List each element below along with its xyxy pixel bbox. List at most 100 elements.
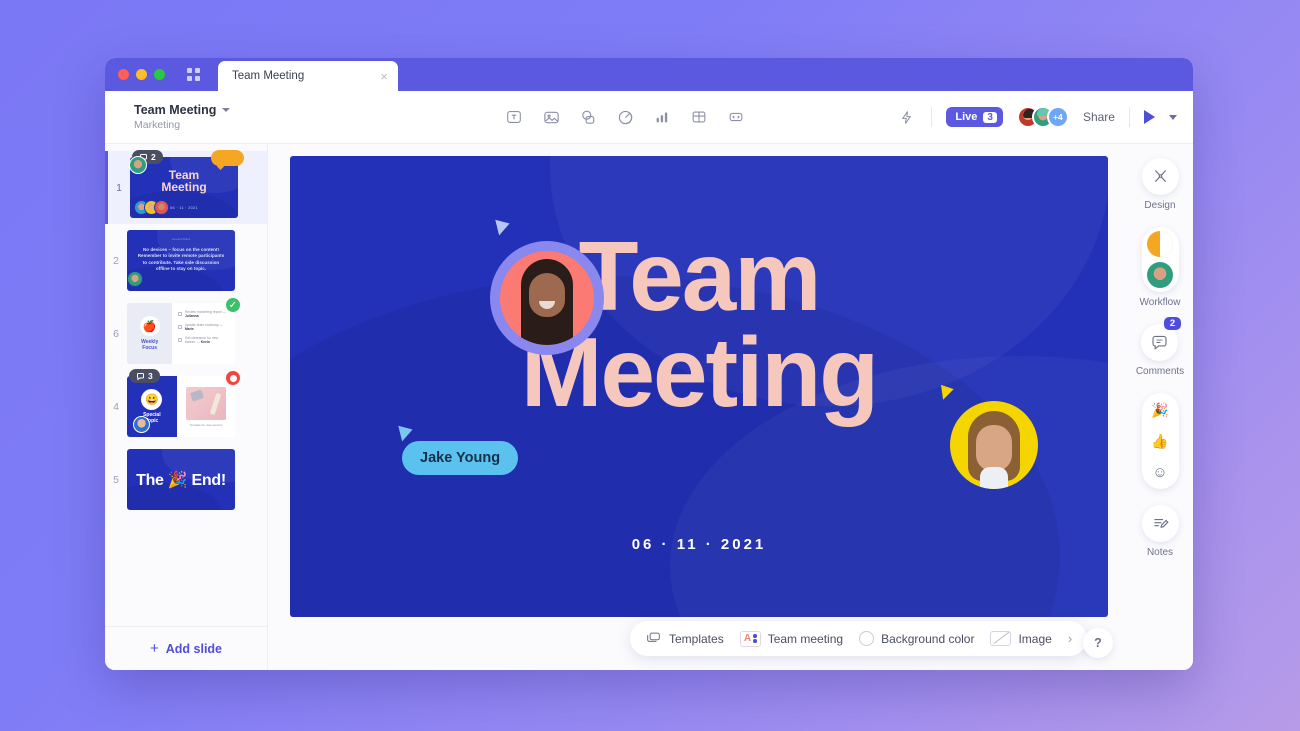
page-title: Team Meeting bbox=[134, 103, 354, 117]
slide-thumbnail[interactable]: 3 😀 Special Topic Template kit, view sou… bbox=[127, 369, 242, 437]
browser-tab[interactable]: Team Meeting × bbox=[218, 61, 398, 91]
thumb-caption: Template kit, view sources bbox=[189, 422, 223, 427]
avatar-photo bbox=[500, 251, 594, 345]
thumb-avatars bbox=[134, 200, 169, 215]
share-button[interactable]: Share bbox=[1083, 110, 1115, 124]
slide-thumbnail[interactable]: ✓ 🍎 Weekly Focus Review marketing report… bbox=[127, 296, 242, 364]
background-color-label: Background color bbox=[881, 631, 975, 646]
list-item[interactable]: 5 The 🎉 End! bbox=[105, 443, 267, 516]
avatar-smile bbox=[539, 301, 555, 309]
avatar bbox=[154, 200, 169, 215]
list-item[interactable]: 2 Ground Rules No devices – focus on the… bbox=[105, 224, 267, 297]
avatar-overflow-count[interactable]: +4 bbox=[1046, 106, 1069, 128]
collaborator-avatars[interactable]: +4 bbox=[1016, 106, 1069, 128]
slide-options-bar: Templates A Team meeting Background colo… bbox=[630, 621, 1088, 656]
chevron-down-icon[interactable] bbox=[222, 108, 231, 112]
slide-list: 1 2 Team Meeting 06 · 11 · 2021 2 Ground… bbox=[105, 144, 267, 626]
maximize-window-button[interactable] bbox=[154, 69, 165, 80]
lightning-bolt-icon[interactable] bbox=[896, 107, 917, 128]
slide-thumbnail[interactable]: Ground Rules No devices – focus on the c… bbox=[127, 230, 235, 291]
image-tool[interactable] bbox=[541, 107, 562, 128]
smiley-icon[interactable]: ☺ bbox=[1147, 459, 1173, 485]
minimize-window-button[interactable] bbox=[136, 69, 147, 80]
app-grid-icon[interactable] bbox=[187, 68, 200, 81]
reactions-stack[interactable]: 🎉 👍 ☺ bbox=[1141, 393, 1179, 489]
color-circle-icon bbox=[859, 631, 875, 646]
avatar[interactable] bbox=[950, 401, 1038, 489]
rail-item-notes[interactable]: Notes bbox=[1141, 505, 1179, 558]
pie-tool[interactable] bbox=[615, 107, 636, 128]
thumb-left-panel: 🍎 Weekly Focus bbox=[127, 303, 173, 364]
play-icon[interactable] bbox=[1143, 110, 1155, 124]
shapes-tool[interactable] bbox=[578, 107, 599, 128]
slide-number: 1 bbox=[116, 181, 122, 194]
slide-date[interactable]: 06 · 11 · 2021 bbox=[290, 536, 1108, 553]
contrast-half-circle-icon[interactable] bbox=[1147, 231, 1173, 257]
list-item[interactable]: 4 3 😀 Special Topic Template kit, view s… bbox=[105, 369, 267, 443]
text-tool[interactable] bbox=[504, 107, 525, 128]
thumb-right-panel: Template kit, view sources bbox=[176, 376, 235, 437]
divider bbox=[1128, 107, 1130, 127]
slide-thumbnail-content: 😀 Special Topic Template kit, view sourc… bbox=[127, 376, 235, 437]
current-slide[interactable]: Team Meeting 06 · 11 · 2021 Jake Young bbox=[290, 156, 1108, 617]
thumb-title: Team Meeting bbox=[130, 169, 238, 193]
slide-canvas[interactable]: Team Meeting 06 · 11 · 2021 Jake Young T… bbox=[268, 144, 1127, 670]
chart-tool[interactable] bbox=[652, 107, 673, 128]
remote-cursor-icon bbox=[495, 216, 512, 236]
rail-item-design[interactable]: Design bbox=[1141, 158, 1179, 211]
thumb-image bbox=[185, 386, 226, 420]
templates-label: Templates bbox=[669, 631, 724, 646]
recording-indicator bbox=[224, 369, 242, 387]
rail-label-workflow: Workflow bbox=[1139, 297, 1181, 308]
avatar[interactable] bbox=[490, 241, 604, 355]
slide-thumbnail[interactable]: 2 Team Meeting 06 · 11 · 2021 bbox=[129, 150, 244, 218]
workflow-avatar-icon[interactable] bbox=[1147, 262, 1173, 288]
thumb-checklist: Review marketing report — Julianna Updat… bbox=[172, 303, 235, 364]
check-owner: Marie bbox=[184, 327, 194, 331]
image-swatch-icon bbox=[990, 631, 1012, 646]
comments-badge: 2 bbox=[1163, 317, 1182, 330]
live-badge[interactable]: Live 3 bbox=[946, 107, 1003, 127]
table-tool[interactable] bbox=[689, 107, 710, 128]
rail-item-reactions[interactable]: 🎉 👍 ☺ bbox=[1141, 393, 1179, 489]
party-popper-icon[interactable]: 🎉 bbox=[1147, 397, 1173, 423]
comment-count: 3 bbox=[148, 371, 153, 381]
thumbs-up-icon[interactable]: 👍 bbox=[1147, 428, 1173, 454]
notes-pencil-icon[interactable] bbox=[1141, 505, 1179, 542]
list-item[interactable]: 1 2 Team Meeting 06 · 11 · 2021 bbox=[105, 150, 267, 224]
slide-thumbnail[interactable]: The 🎉 End! bbox=[127, 449, 235, 510]
templates-button[interactable]: Templates bbox=[645, 631, 724, 646]
chevron-right-icon[interactable]: › bbox=[1068, 631, 1072, 646]
image-label: Image bbox=[1018, 631, 1052, 646]
close-icon[interactable]: × bbox=[380, 70, 388, 83]
slide-title[interactable]: Team Meeting bbox=[290, 227, 1108, 421]
theme-button[interactable]: A Team meeting bbox=[739, 630, 843, 647]
slide-number: 5 bbox=[113, 473, 119, 486]
background-color-button[interactable]: Background color bbox=[859, 631, 974, 646]
image-button[interactable]: Image bbox=[990, 631, 1052, 646]
avatar-neck bbox=[980, 467, 1008, 489]
slide-number: 4 bbox=[113, 400, 119, 413]
design-tools-icon[interactable] bbox=[1141, 158, 1179, 195]
slide-number: 6 bbox=[113, 327, 119, 340]
thumb-heading: Ground Rules bbox=[171, 237, 191, 241]
rail-item-comments[interactable]: 2 Comments bbox=[1136, 317, 1184, 377]
rail-item-workflow[interactable]: Workflow bbox=[1139, 227, 1181, 308]
live-label: Live bbox=[955, 111, 978, 123]
window-titlebar: Team Meeting × bbox=[105, 58, 1193, 91]
checkbox-icon bbox=[178, 312, 182, 316]
list-item: Get clearance for new banner — Kevin bbox=[178, 336, 229, 344]
slide-number: 2 bbox=[113, 254, 119, 267]
close-window-button[interactable] bbox=[118, 69, 129, 80]
chevron-down-icon[interactable] bbox=[1168, 114, 1177, 120]
thumb-label-line2: Focus bbox=[142, 345, 158, 351]
comment-badge[interactable]: 3 bbox=[129, 369, 160, 383]
app-header: Team Meeting Marketing Live 3 +4 Share bbox=[105, 91, 1193, 144]
workflow-stack[interactable] bbox=[1141, 227, 1179, 292]
help-button[interactable]: ? bbox=[1083, 628, 1113, 658]
avatar bbox=[127, 271, 143, 287]
list-item[interactable]: 6 ✓ 🍎 Weekly Focus Review marketing repo… bbox=[105, 296, 267, 370]
add-slide-button[interactable]: + Add slide bbox=[105, 626, 267, 670]
document-meta[interactable]: Team Meeting Marketing bbox=[134, 103, 354, 131]
embed-tool[interactable] bbox=[726, 107, 747, 128]
